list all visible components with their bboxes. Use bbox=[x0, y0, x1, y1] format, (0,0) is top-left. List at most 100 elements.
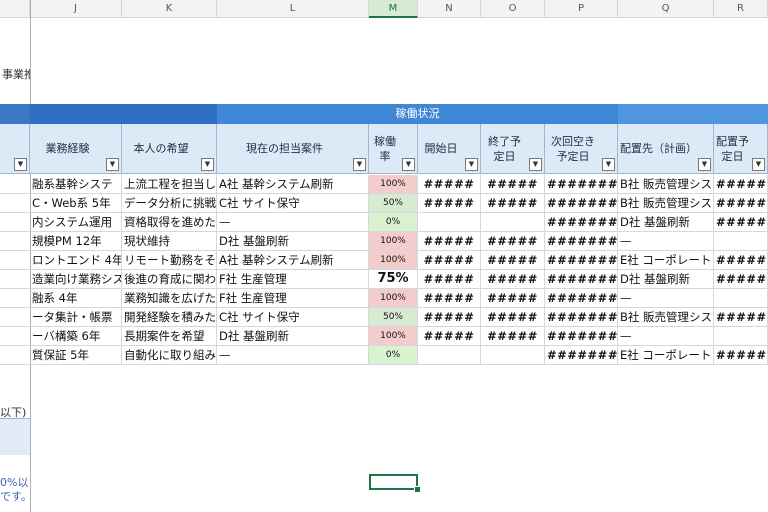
cell-O[interactable]: ##### bbox=[481, 270, 545, 289]
filter-dropdown-icon[interactable]: ▼ bbox=[529, 158, 542, 171]
corner-cell[interactable] bbox=[0, 0, 30, 18]
cell-R[interactable]: ##### bbox=[714, 308, 768, 327]
cell-P[interactable]: ####### bbox=[545, 232, 618, 251]
cell-N[interactable]: ##### bbox=[418, 327, 481, 346]
cell-Q[interactable]: — bbox=[618, 289, 714, 308]
cell-M[interactable]: 100% bbox=[369, 327, 418, 346]
filter-dropdown-icon[interactable]: ▼ bbox=[14, 158, 27, 171]
column-letter-R[interactable]: R bbox=[714, 0, 768, 18]
frozen-row-cell[interactable] bbox=[0, 232, 30, 251]
cell-O[interactable]: ##### bbox=[481, 194, 545, 213]
cell-J[interactable]: ーバ構築 6年 bbox=[30, 327, 122, 346]
column-letter-K[interactable]: K bbox=[122, 0, 217, 18]
cell-Q[interactable]: B社 販売管理シス bbox=[618, 308, 714, 327]
cell-L[interactable]: — bbox=[217, 213, 369, 232]
cell-M[interactable]: 50% bbox=[369, 194, 418, 213]
cell-R[interactable] bbox=[714, 289, 768, 308]
cell-N[interactable]: ##### bbox=[418, 232, 481, 251]
cell-K[interactable]: 開発経験を積みた bbox=[122, 308, 217, 327]
cell-K[interactable]: 自動化に取り組み bbox=[122, 346, 217, 365]
cell-L[interactable]: A社 基幹システム刷新 bbox=[217, 175, 369, 194]
cell-Q[interactable]: E社 コーポレート bbox=[618, 346, 714, 365]
cell-L[interactable]: F社 生産管理 bbox=[217, 289, 369, 308]
filter-dropdown-icon[interactable]: ▼ bbox=[201, 158, 214, 171]
cell-K[interactable]: 上流工程を担当し bbox=[122, 175, 217, 194]
cell-J[interactable]: 融系基幹システ bbox=[30, 175, 122, 194]
cell-R[interactable] bbox=[714, 232, 768, 251]
cell-M[interactable]: 50% bbox=[369, 308, 418, 327]
cell-M[interactable]: 100% bbox=[369, 175, 418, 194]
cell-L[interactable]: A社 基幹システム刷新 bbox=[217, 251, 369, 270]
frozen-row-cell[interactable] bbox=[0, 194, 30, 213]
column-letter-M[interactable]: M bbox=[369, 0, 418, 18]
cell-O[interactable]: ##### bbox=[481, 175, 545, 194]
cell-J[interactable]: C・Web系 5年 bbox=[30, 194, 122, 213]
filter-dropdown-icon[interactable]: ▼ bbox=[602, 158, 615, 171]
frozen-row-cell[interactable] bbox=[0, 327, 30, 346]
filter-dropdown-icon[interactable]: ▼ bbox=[402, 158, 415, 171]
cell-O[interactable]: ##### bbox=[481, 308, 545, 327]
column-letter-J[interactable]: J bbox=[30, 0, 122, 18]
column-letter-L[interactable]: L bbox=[217, 0, 369, 18]
cell-R[interactable] bbox=[714, 327, 768, 346]
cell-P[interactable]: ####### bbox=[545, 308, 618, 327]
cell-O[interactable]: ##### bbox=[481, 289, 545, 308]
fill-handle[interactable] bbox=[414, 486, 421, 493]
cell-O[interactable]: ##### bbox=[481, 251, 545, 270]
cell-P[interactable]: ####### bbox=[545, 175, 618, 194]
cell-M[interactable]: 75% bbox=[369, 270, 418, 289]
cell-J[interactable]: 質保証 5年 bbox=[30, 346, 122, 365]
cell-O[interactable] bbox=[481, 213, 545, 232]
frozen-row-cell[interactable] bbox=[0, 251, 30, 270]
cell-Q[interactable]: D社 基盤刷新 bbox=[618, 213, 714, 232]
cell-R[interactable]: ##### bbox=[714, 175, 768, 194]
cell-L[interactable]: — bbox=[217, 346, 369, 365]
cell-N[interactable] bbox=[418, 346, 481, 365]
cell-P[interactable]: ####### bbox=[545, 194, 618, 213]
cell-R[interactable]: ##### bbox=[714, 194, 768, 213]
cell-J[interactable]: 規模PM 12年 bbox=[30, 232, 122, 251]
cell-J[interactable]: ータ集計・帳票 bbox=[30, 308, 122, 327]
cell-P[interactable]: ####### bbox=[545, 270, 618, 289]
cell-R[interactable]: ##### bbox=[714, 270, 768, 289]
cell-Q[interactable]: — bbox=[618, 232, 714, 251]
cell-Q[interactable]: E社 コーポレート bbox=[618, 251, 714, 270]
frozen-row-cell[interactable] bbox=[0, 270, 30, 289]
selected-cell[interactable] bbox=[369, 474, 418, 490]
frozen-row-cell[interactable] bbox=[0, 346, 30, 365]
cell-N[interactable]: ##### bbox=[418, 308, 481, 327]
cell-L[interactable]: D社 基盤刷新 bbox=[217, 327, 369, 346]
cell-P[interactable]: ####### bbox=[545, 346, 618, 365]
cell-P[interactable]: ####### bbox=[545, 289, 618, 308]
cell-R[interactable]: ##### bbox=[714, 213, 768, 232]
cell-J[interactable]: 造業向け業務シス bbox=[30, 270, 122, 289]
cell-N[interactable]: ##### bbox=[418, 270, 481, 289]
cell-R[interactable]: ##### bbox=[714, 346, 768, 365]
cell-N[interactable]: ##### bbox=[418, 175, 481, 194]
cell-Q[interactable]: B社 販売管理シス bbox=[618, 175, 714, 194]
cell-M[interactable]: 100% bbox=[369, 232, 418, 251]
cell-N[interactable]: ##### bbox=[418, 194, 481, 213]
cell-K[interactable]: データ分析に挑戦 bbox=[122, 194, 217, 213]
cell-N[interactable]: ##### bbox=[418, 289, 481, 308]
cell-M[interactable]: 100% bbox=[369, 289, 418, 308]
cell-J[interactable]: 融系 4年 bbox=[30, 289, 122, 308]
cell-M[interactable]: 0% bbox=[369, 213, 418, 232]
frozen-row-cell[interactable] bbox=[0, 289, 30, 308]
filter-dropdown-icon[interactable]: ▼ bbox=[106, 158, 119, 171]
cell-J[interactable]: ロントエンド 4年 bbox=[30, 251, 122, 270]
cell-K[interactable]: 長期案件を希望 bbox=[122, 327, 217, 346]
cell-K[interactable]: 後進の育成に関わ bbox=[122, 270, 217, 289]
frozen-row-cell[interactable] bbox=[0, 308, 30, 327]
column-letter-P[interactable]: P bbox=[545, 0, 618, 18]
cell-O[interactable]: ##### bbox=[481, 232, 545, 251]
cell-K[interactable]: 現状維持 bbox=[122, 232, 217, 251]
cell-O[interactable]: ##### bbox=[481, 327, 545, 346]
column-letter-O[interactable]: O bbox=[481, 0, 545, 18]
cell-Q[interactable]: — bbox=[618, 327, 714, 346]
cell-K[interactable]: 資格取得を進めた bbox=[122, 213, 217, 232]
cell-Q[interactable]: D社 基盤刷新 bbox=[618, 270, 714, 289]
cell-J[interactable]: 内システム運用 bbox=[30, 213, 122, 232]
cell-L[interactable]: D社 基盤刷新 bbox=[217, 232, 369, 251]
cell-P[interactable]: ####### bbox=[545, 251, 618, 270]
